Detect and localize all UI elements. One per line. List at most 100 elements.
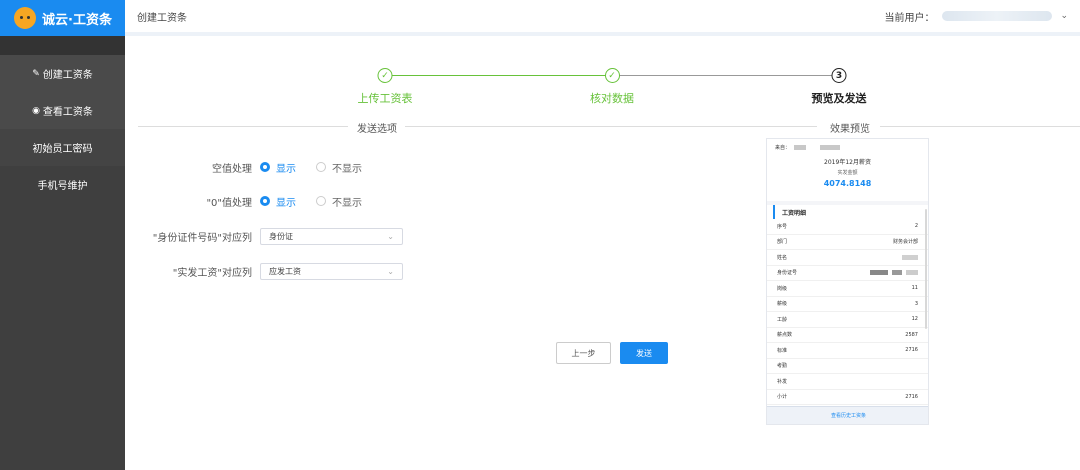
row-label: 薪点数 (777, 332, 793, 339)
chevron-down-icon[interactable]: ⌄ (1060, 11, 1068, 21)
step-label: 预览及发送 (811, 92, 867, 105)
row-value: 3 (914, 300, 918, 307)
preview-from-label: 来自： (775, 145, 791, 151)
radio-label: 不显示 (332, 197, 362, 209)
select-value: 身份证 (269, 231, 293, 241)
row-label: 补发 (777, 378, 788, 385)
zero-value-show-radio[interactable]: 显示 (260, 194, 296, 209)
app-logo[interactable]: 诚云·工资条 (0, 0, 125, 36)
zero-value-hide-radio[interactable]: 不显示 (316, 194, 362, 209)
preview-subtitle: 实发金额 (837, 170, 858, 176)
list-item: 部门 财务会计部 (767, 235, 928, 250)
id-column-row: "身份证件号码"对应列 身份证 ⌄ (125, 227, 425, 245)
list-item: 工龄 12 (767, 312, 928, 328)
row-value: 12 (911, 316, 918, 323)
row-label: 部门 (777, 239, 788, 246)
row-label: 序号 (777, 223, 788, 230)
sidebar-item-view-payslip[interactable]: ◉ 查看工资条 (0, 92, 125, 129)
empty-value-row: 空值处理 显示 不显示 (125, 158, 425, 176)
list-item: 标准 2716 (767, 343, 928, 359)
eye-icon: ◉ (32, 105, 40, 116)
divider (880, 126, 1080, 127)
send-button[interactable]: 发送 (620, 342, 668, 364)
logo-icon (14, 7, 36, 29)
sidebar-item-label: 初始员工密码 (32, 144, 93, 155)
row-value: 2 (914, 223, 918, 230)
sidebar-item-label: 创建工资条 (42, 70, 93, 81)
preview-scrollbar[interactable] (925, 209, 927, 329)
top-header: 创建工资条 当前用户： ⌄ (125, 0, 1080, 36)
preview-title: 2019年12月薪资 (824, 159, 871, 166)
zero-value-row: "0"值处理 显示 不显示 (125, 192, 425, 210)
empty-value-hide-radio[interactable]: 不显示 (316, 160, 362, 175)
row-label: 小计 (777, 394, 788, 401)
preview-header: 来自： 2019年12月薪资 实发金额 4074.8148 (767, 139, 928, 201)
current-user-name[interactable] (942, 11, 1053, 21)
empty-value-label: 空值处理 (212, 163, 252, 175)
preview-amount: 4074.8148 (823, 179, 872, 188)
chevron-down-icon: ⌄ (387, 266, 394, 276)
row-label: 薪级 (777, 301, 788, 308)
list-item: 身份证号 (767, 266, 928, 281)
empty-value-show-radio[interactable]: 显示 (260, 160, 296, 175)
row-label: 考勤 (777, 363, 788, 370)
sidebar-item-label: 手机号维护 (37, 181, 88, 192)
row-label: 标准 (777, 347, 788, 354)
sidebar-item-initial-password[interactable]: 初始员工密码 (0, 129, 125, 166)
list-item: 序号 2 (767, 219, 928, 235)
step-upload: ✓ 上传工资表 (358, 68, 413, 106)
step-label: 上传工资表 (357, 92, 413, 105)
list-item: 姓名 (767, 250, 928, 266)
radio-checked-icon (260, 162, 270, 172)
pay-column-label: "实发工资"对应列 (172, 267, 252, 279)
preview-from: 来自： (775, 144, 920, 151)
chevron-down-icon: ⌄ (387, 231, 394, 241)
row-label: 岗级 (777, 285, 788, 292)
pay-column-select[interactable]: 应发工资 ⌄ (260, 262, 403, 280)
row-value: 2587 (905, 331, 918, 338)
sidebar: 诚云·工资条 ✎ 创建工资条 ◉ 查看工资条 初始员工密码 手机号维护 (0, 0, 125, 470)
logo-text: 诚云·工资条 (42, 12, 112, 28)
redacted-text (820, 145, 841, 150)
preview-detail: 工资明细 序号 2 部门 财务会计部 姓名 身份证号 岗级 11 薪级 3 工龄 12 薪… (767, 205, 928, 424)
check-icon: ✓ (377, 68, 393, 83)
radio-label: 不显示 (332, 163, 362, 175)
edit-icon: ✎ (32, 68, 40, 79)
step-progress: ✓ 上传工资表 ✓ 核对数据 3 预览及发送 (125, 68, 1080, 108)
row-label: 身份证号 (777, 270, 798, 277)
select-value: 应发工资 (269, 266, 301, 276)
step-number: 3 (831, 68, 847, 83)
row-value: 2716 (905, 347, 918, 354)
step-connector (618, 75, 838, 76)
pay-column-row: "实发工资"对应列 应发工资 ⌄ (125, 262, 425, 280)
previous-step-button[interactable]: 上一步 (556, 342, 611, 364)
step-verify: ✓ 核对数据 (590, 68, 634, 106)
radio-unchecked-icon (316, 162, 326, 172)
row-value: 2716 (905, 393, 918, 400)
section-title-preview: 效果预览 (830, 124, 870, 135)
radio-checked-icon (260, 196, 270, 206)
radio-label: 显示 (276, 163, 296, 175)
list-item: 补发 (767, 374, 928, 390)
redacted-text (902, 254, 918, 260)
step-connector (390, 75, 612, 76)
sidebar-item-label: 查看工资条 (42, 107, 93, 118)
list-item: 考勤 (767, 359, 928, 374)
id-column-label: "身份证件号码"对应列 (152, 232, 252, 244)
app-root: 诚云·工资条 ✎ 创建工资条 ◉ 查看工资条 初始员工密码 手机号维护 创建工资… (0, 0, 1080, 470)
sidebar-item-phone-maintenance[interactable]: 手机号维护 (0, 166, 125, 203)
divider (138, 126, 348, 127)
id-column-select[interactable]: 身份证 ⌄ (260, 227, 403, 245)
preview-detail-title: 工资明细 (773, 205, 928, 219)
row-value: 财务会计部 (892, 239, 918, 246)
history-payslip-button[interactable]: 查看历史工资条 (767, 406, 928, 424)
redacted-text (866, 270, 918, 276)
divider (405, 126, 817, 127)
step-label: 核对数据 (590, 92, 634, 105)
redacted-text (794, 145, 807, 150)
sidebar-item-create-payslip[interactable]: ✎ 创建工资条 (0, 55, 125, 92)
zero-value-label: "0"值处理 (206, 197, 252, 209)
list-item: 薪级 3 (767, 297, 928, 312)
row-label: 工龄 (777, 316, 788, 323)
list-item: 小计 2716 (767, 390, 928, 405)
